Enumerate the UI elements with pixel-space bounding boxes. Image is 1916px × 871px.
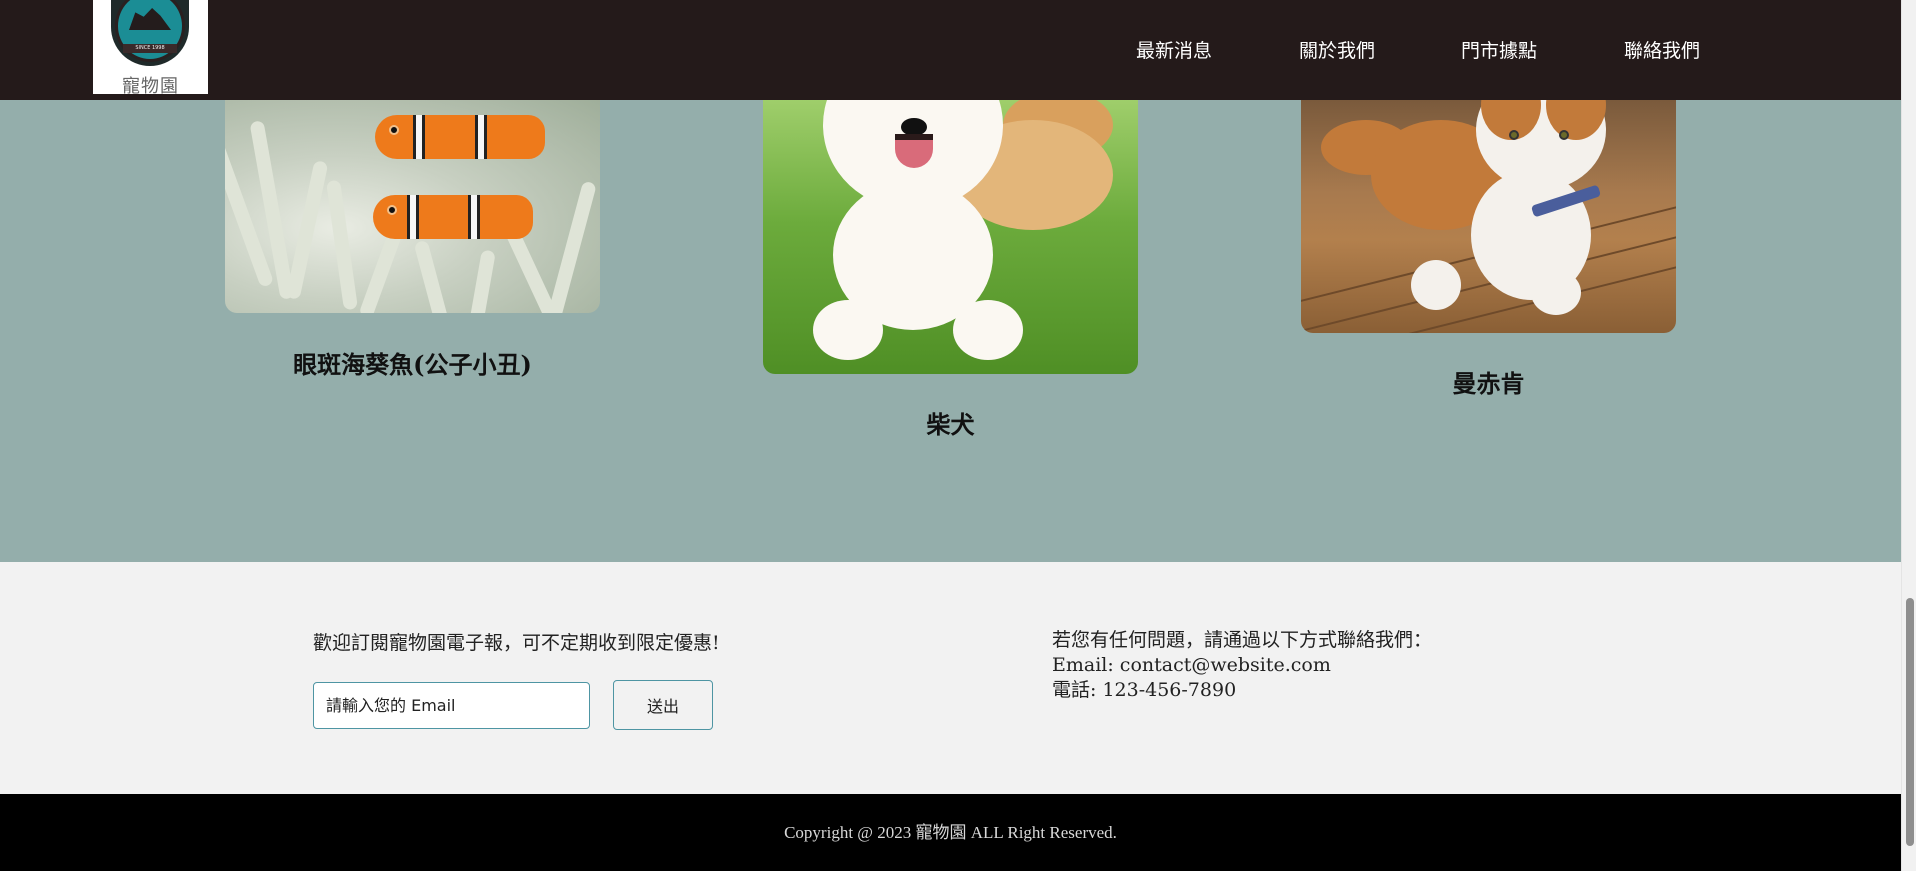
info-section: 歡迎訂閱寵物園電子報，可不定期收到限定優惠! 送出 若您有任何問題，請通過以下方… <box>0 562 1901 794</box>
site-logo[interactable]: SINCE 1998 寵物園 <box>93 0 208 97</box>
logo-text: 寵物園 <box>122 76 179 97</box>
contact-info: 若您有任何問題，請通過以下方式聯絡我們： Email: contact@webs… <box>1052 628 1432 703</box>
logo-badge: SINCE 1998 <box>123 44 177 53</box>
site-header: SINCE 1998 寵物園 最新消息 關於我們 門市據點 聯絡我們 <box>0 0 1901 100</box>
submit-button[interactable]: 送出 <box>613 680 713 730</box>
contact-phone: 電話: 123-456-7890 <box>1052 679 1237 701</box>
email-input[interactable] <box>313 682 590 729</box>
pet-card[interactable]: 眼斑海葵魚(公子小丑) <box>225 100 600 390</box>
logo-emblem-icon: SINCE 1998 <box>111 0 189 66</box>
contact-email: Email: contact@website.com <box>1052 654 1331 676</box>
nav-latest-news[interactable]: 最新消息 <box>1136 36 1212 63</box>
copyright-footer: Copyright @ 2023 寵物園 ALL Right Reserved. <box>0 794 1901 871</box>
munchkin-cat-image <box>1301 100 1676 333</box>
shiba-inu-image <box>763 100 1138 374</box>
nav-about-us[interactable]: 關於我們 <box>1299 36 1375 63</box>
pet-name: 眼斑海葵魚(公子小丑) <box>293 350 532 379</box>
contact-heading: 若您有任何問題，請通過以下方式聯絡我們： <box>1052 629 1433 651</box>
newsletter-text: 歡迎訂閱寵物園電子報，可不定期收到限定優惠! <box>313 632 720 654</box>
pet-card[interactable]: 柴犬 <box>763 100 1138 440</box>
pet-name: 曼赤肯 <box>1452 369 1525 398</box>
scrollbar-thumb[interactable] <box>1906 598 1914 846</box>
nav-contact-us[interactable]: 聯絡我們 <box>1624 36 1700 63</box>
pets-section: 眼斑海葵魚(公子小丑) 柴犬 曼赤肯 <box>0 100 1901 562</box>
pet-card[interactable]: 曼赤肯 <box>1301 100 1676 410</box>
pet-name: 柴犬 <box>926 410 975 439</box>
page-scrollbar[interactable] <box>1901 0 1916 871</box>
nav-store-locations[interactable]: 門市據點 <box>1461 36 1537 63</box>
clownfish-image <box>225 100 600 313</box>
